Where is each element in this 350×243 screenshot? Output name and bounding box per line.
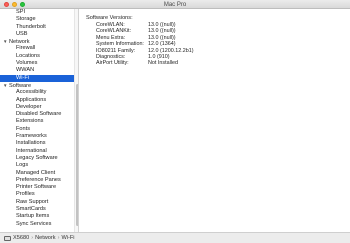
sidebar-item-label: Logs	[16, 162, 29, 169]
sidebar-item-wifi[interactable]: Wi-Fi	[0, 74, 74, 82]
window-title: Mac Pro	[163, 1, 187, 8]
path-separator: ›	[57, 235, 60, 241]
section-title: Software Versions:	[86, 15, 133, 21]
info-key: AirPort Utility:	[96, 60, 129, 67]
sidebar-item-developer[interactable]: Developer	[0, 104, 74, 111]
sidebar-item-label: Wi-Fi	[16, 74, 30, 81]
info-row: AirPort Utility: Not Installed	[96, 60, 194, 66]
path-segment-computer[interactable]: X5680	[13, 235, 29, 241]
path-segment-wifi[interactable]: Wi-Fi	[61, 235, 74, 241]
sidebar-item-applications[interactable]: Applications	[0, 97, 74, 104]
sidebar-item-profiles[interactable]: Profiles	[0, 191, 74, 198]
system-information-window: Mac Pro SPI Storage Thunderbolt USB ▼ Net…	[0, 0, 350, 243]
sidebar-item-smartcards[interactable]: SmartCards	[0, 206, 74, 213]
sidebar-item-label: Volumes	[16, 60, 38, 67]
info-value: Not Installed	[148, 60, 178, 67]
sidebar-item-label: Disabled Software	[16, 111, 62, 118]
sidebar-item-installations[interactable]: Installations	[0, 140, 74, 147]
sidebar-item-fonts[interactable]: Fonts	[0, 126, 74, 133]
sidebar-item-label: Applications	[16, 96, 47, 103]
sidebar-item-extensions[interactable]: Extensions	[0, 118, 74, 125]
sidebar-item-logs[interactable]: Logs	[0, 162, 74, 169]
detail-pane: Software Versions: CoreWLAN: 13.0 ((null…	[80, 9, 350, 232]
sidebar-item-firewall[interactable]: Firewall	[0, 45, 74, 52]
sidebar-item-legacy-software[interactable]: Legacy Software	[0, 155, 74, 162]
sidebar-item-startup-items[interactable]: Startup Items	[0, 213, 74, 220]
sidebar-item-frameworks[interactable]: Frameworks	[0, 133, 74, 140]
sidebar-item-label: SmartCards	[16, 206, 46, 213]
sidebar-item-label: Thunderbolt	[16, 23, 46, 30]
sidebar-item-label: Preference Panes	[16, 176, 61, 183]
sidebar-item-usb[interactable]: USB	[0, 31, 74, 38]
sidebar-item-locations[interactable]: Locations	[0, 53, 74, 60]
sidebar-item-label: Profiles	[16, 191, 35, 198]
sidebar-category-network[interactable]: ▼ Network	[0, 38, 74, 45]
sidebar-item-volumes[interactable]: Volumes	[0, 60, 74, 67]
sidebar-item-label: Legacy Software	[16, 154, 58, 161]
path-segment-network[interactable]: Network	[35, 235, 56, 241]
sidebar-item-label: Startup Items	[16, 213, 50, 220]
sidebar-category-software[interactable]: ▼ Software	[0, 82, 74, 89]
sidebar-item-label: Accessibility	[16, 89, 47, 96]
sidebar-item-storage[interactable]: Storage	[0, 16, 74, 23]
sidebar-item-international[interactable]: International	[0, 148, 74, 155]
title-bar[interactable]: Mac Pro	[0, 0, 350, 9]
sidebar-category-label: Network	[9, 39, 30, 46]
sidebar: SPI Storage Thunderbolt USB ▼ Network Fir…	[0, 9, 79, 232]
sidebar-item-raw-support[interactable]: Raw Support	[0, 199, 74, 206]
sidebar-item-label: Raw Support	[16, 198, 49, 205]
path-bar: X5680 › Network › Wi-Fi	[0, 232, 350, 243]
sidebar-item-label: Installations	[16, 140, 46, 147]
sidebar-category-label: Software	[9, 82, 32, 89]
sidebar-item-preference-panes[interactable]: Preference Panes	[0, 177, 74, 184]
sidebar-item-label: Extensions	[16, 118, 44, 125]
sidebar-item-accessibility[interactable]: Accessibility	[0, 89, 74, 96]
sidebar-item-label: Storage	[16, 16, 36, 23]
sidebar-item-label: Locations	[16, 52, 40, 59]
sidebar-item-wwan[interactable]: WWAN	[0, 67, 74, 74]
sidebar-item-label: Managed Client	[16, 169, 56, 176]
sidebar-item-spi[interactable]: SPI	[0, 9, 74, 16]
sidebar-item-label: SPI	[16, 9, 26, 15]
sidebar-item-label: International	[16, 147, 47, 154]
sidebar-item-managed-client[interactable]: Managed Client	[0, 170, 74, 177]
sidebar-item-sync-services[interactable]: Sync Services	[0, 221, 74, 228]
sidebar-list: SPI Storage Thunderbolt USB ▼ Network Fir…	[0, 9, 74, 228]
sidebar-item-disabled-software[interactable]: Disabled Software	[0, 111, 74, 118]
sidebar-item-label: WWAN	[16, 67, 35, 74]
computer-icon	[4, 235, 11, 241]
sidebar-item-label: Printer Software	[16, 184, 57, 191]
sidebar-item-label: Firewall	[16, 45, 36, 52]
sidebar-item-label: USB	[16, 30, 28, 37]
sidebar-item-label: Fonts	[16, 125, 30, 132]
sidebar-item-label: Frameworks	[16, 133, 47, 140]
sidebar-item-printer-software[interactable]: Printer Software	[0, 184, 74, 191]
software-versions-list: CoreWLAN: 13.0 ((null)) CoreWLANKit: 13.…	[96, 22, 194, 67]
sidebar-scrollbar[interactable]	[74, 9, 78, 232]
sidebar-item-label: Sync Services	[16, 220, 52, 227]
sidebar-item-thunderbolt[interactable]: Thunderbolt	[0, 24, 74, 31]
sidebar-item-label: Developer	[16, 103, 42, 110]
sidebar-scrollbar-thumb[interactable]	[76, 84, 78, 226]
path-separator: ›	[31, 235, 34, 241]
